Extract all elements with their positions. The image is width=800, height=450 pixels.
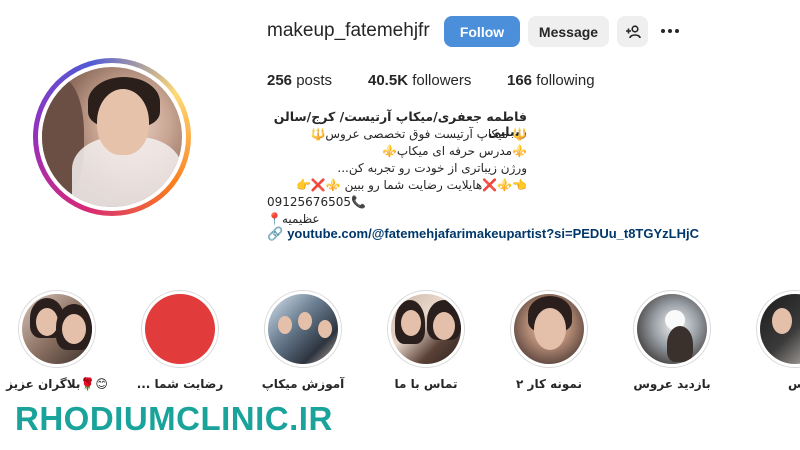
highlight-face	[433, 312, 455, 340]
bio-line: 👈⚜️❌هایلایت رضایت شما رو ببین ⚜️❌👉	[295, 178, 527, 192]
highlight-cover	[22, 294, 92, 364]
posts-stat: 256 posts	[267, 72, 332, 89]
highlight-face	[278, 316, 292, 334]
dot	[661, 29, 665, 33]
bio-link-text: youtube.com/@fatemehjafarimakeupartist?s…	[287, 226, 699, 241]
follow-button[interactable]: Follow	[444, 16, 520, 47]
avatar-border	[38, 63, 186, 211]
following-stat[interactable]: 166 following	[507, 72, 595, 89]
story-highlight[interactable]	[633, 290, 711, 368]
highlight-face	[62, 314, 86, 344]
bio-line: ⚜️مدرس حرفه ای میکاپ⚜️	[381, 144, 527, 158]
highlight-label: 😊🌹بلاگران عزیز	[6, 377, 108, 391]
highlight-label: تماس با ما	[394, 377, 458, 391]
dot	[668, 29, 672, 33]
followers-count: 40.5K	[368, 72, 409, 89]
highlight-face	[772, 308, 792, 334]
story-highlight[interactable]	[141, 290, 219, 368]
story-highlight[interactable]	[756, 290, 800, 368]
highlight-label: 💡🙃س	[788, 377, 800, 391]
following-label: following	[536, 72, 595, 89]
add-user-icon	[625, 24, 641, 38]
highlight-label: آموزش میکاپ	[261, 377, 345, 391]
bio-line: 🔱 میکاپ آرتیست فوق تخصصی عروس🔱	[310, 127, 527, 141]
highlight-face	[36, 308, 58, 336]
suggested-users-button[interactable]	[617, 16, 648, 47]
highlight-label: رضایت شما ...	[136, 377, 224, 391]
highlight-cover	[637, 294, 707, 364]
link-icon: 🔗	[267, 226, 284, 241]
posts-count: 256	[267, 72, 293, 89]
story-highlight[interactable]	[264, 290, 342, 368]
highlight-face	[534, 308, 566, 350]
avatar-face	[97, 89, 149, 155]
dot	[675, 29, 679, 33]
highlight-face	[298, 312, 312, 330]
profile-username: makeup_fatemehjfr	[267, 20, 430, 41]
bio-link[interactable]: 🔗 youtube.com/@fatemehjafarimakeupartist?…	[267, 226, 699, 242]
more-options-icon[interactable]	[657, 17, 683, 45]
highlight-cover	[391, 294, 461, 364]
following-count: 166	[507, 72, 533, 89]
profile-avatar[interactable]	[33, 58, 191, 216]
avatar-photo	[42, 67, 182, 207]
bio-line: ورژن زیباتری از خودت رو تجربه کن...	[337, 161, 527, 175]
highlight-cover	[145, 294, 215, 364]
highlight-label: بازدید عروس	[633, 377, 711, 391]
followers-label: followers	[412, 72, 472, 89]
bio-phone: 09125676505📞	[267, 195, 366, 209]
story-highlight[interactable]	[510, 290, 588, 368]
story-highlight[interactable]	[18, 290, 96, 368]
bio-text: 🔱 میکاپ آرتیست فوق تخصصی عروس🔱 ⚜️مدرس حر…	[267, 126, 697, 228]
highlight-cover	[268, 294, 338, 364]
highlight-label: نمونه کار ۲	[516, 377, 582, 391]
highlight-cover	[514, 294, 584, 364]
highlight-hair	[667, 326, 693, 362]
story-highlight[interactable]	[387, 290, 465, 368]
posts-label: posts	[296, 72, 333, 89]
followers-stat[interactable]: 40.5K followers	[368, 72, 471, 89]
message-button[interactable]: Message	[528, 16, 609, 47]
highlight-face	[401, 310, 421, 336]
highlight-face	[318, 320, 332, 338]
highlight-cover	[760, 294, 800, 364]
watermark-text: RHODIUMCLINIC.IR	[15, 400, 333, 437]
